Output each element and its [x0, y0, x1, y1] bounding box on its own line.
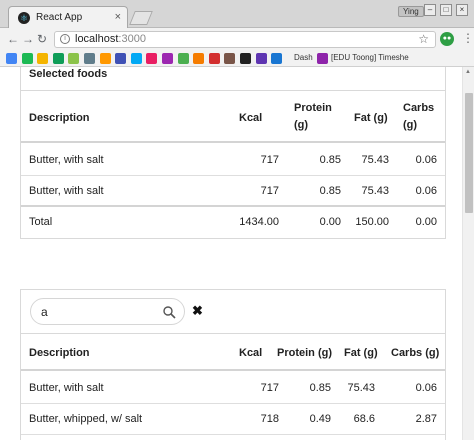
bookmark-favicon-icon[interactable]	[162, 53, 173, 64]
bookmark-favicon-icon[interactable]	[21, 53, 33, 64]
page-viewport: Selected foods Description Kcal Protein …	[0, 67, 462, 440]
clear-search-icon[interactable]: ✖	[192, 303, 203, 319]
selected-foods-card: Selected foods Description Kcal Protein …	[20, 67, 446, 239]
browser-toolbar: ← → ↻ i localhost:3000 ☆ ●● ⋮	[0, 28, 474, 50]
total-fat: 150.00	[355, 216, 389, 228]
url-host: localhost	[75, 33, 119, 45]
header-description: Description	[29, 112, 90, 124]
header-kcal: Kcal	[239, 347, 263, 359]
tab-title: React App	[36, 12, 83, 23]
total-row: Total 1434.00 0.00 150.00 0.00	[21, 208, 445, 238]
header-fat: Fat (g)	[354, 112, 388, 124]
page-scrollbar[interactable]: ▲	[462, 67, 474, 440]
bookmark-favicon-icon[interactable]	[146, 53, 158, 64]
bookmark-favicon-icon[interactable]	[193, 53, 205, 64]
total-carbs: 0.00	[415, 216, 437, 228]
bookmark-favicon-icon[interactable]	[99, 53, 111, 64]
bookmark-favicon-icon[interactable]	[208, 53, 220, 64]
cell-description: Butter, with salt	[29, 154, 104, 166]
cell-kcal: 717	[260, 154, 279, 166]
cell-fat: 75.43	[361, 185, 389, 197]
bookmark-favicon-icon[interactable]	[255, 53, 267, 64]
header-protein: Protein (g)	[277, 347, 332, 359]
bookmark-favicon-icon[interactable]	[6, 53, 17, 64]
reload-icon[interactable]: ↻	[37, 31, 47, 47]
new-tab-button[interactable]	[129, 11, 153, 25]
url-text: localhost:3000	[75, 33, 146, 45]
address-bar[interactable]: i localhost:3000 ☆	[54, 31, 436, 48]
cell-description: Butter, with salt	[29, 382, 104, 394]
search-icon[interactable]	[162, 305, 176, 319]
scroll-up-icon[interactable]: ▲	[465, 69, 471, 75]
cell-protein: 0.85	[319, 185, 341, 197]
search-result-row[interactable]: Butter, with salt 717 0.85 75.43 0.06	[21, 373, 445, 404]
cell-kcal: 717	[260, 382, 279, 394]
close-window-icon[interactable]: ×	[456, 4, 468, 16]
extension-icon[interactable]: ●●	[440, 32, 454, 46]
site-info-icon[interactable]: i	[60, 34, 70, 44]
cell-fat: 75.43	[361, 154, 389, 166]
cell-protein: 0.85	[319, 154, 341, 166]
bookmark-favicon-icon[interactable]	[37, 53, 49, 64]
cell-description: Butter, whipped, w/ salt	[29, 413, 143, 425]
header-description: Description	[29, 347, 90, 359]
cell-carbs: 0.06	[415, 382, 437, 394]
cell-fat: 68.6	[353, 413, 375, 425]
search-box[interactable]	[30, 298, 185, 325]
cell-kcal: 717	[260, 185, 279, 197]
selected-row[interactable]: Butter, with salt 717 0.85 75.43 0.06	[21, 145, 445, 176]
cell-fat: 75.43	[347, 382, 375, 394]
bookmark-favicon-icon[interactable]	[271, 53, 283, 64]
total-label: Total	[29, 216, 53, 228]
search-table-header: Description Kcal Protein (g) Fat (g) Car…	[21, 333, 445, 371]
header-carbs: Carbs	[403, 102, 435, 114]
bookmarks-bar: Dash [EDU Toong] Timeshe	[0, 50, 474, 67]
cell-protein: 0.49	[309, 413, 331, 425]
bookmark-favicon-icon[interactable]	[130, 53, 142, 64]
bookmark-favicon-icon[interactable]	[52, 53, 64, 64]
react-favicon-icon: ⚛	[18, 12, 30, 24]
cell-kcal: 718	[260, 413, 279, 425]
profile-badge[interactable]: Ying	[398, 6, 424, 17]
header-protein: Protein	[294, 102, 332, 114]
cell-carbs: 0.06	[415, 154, 437, 166]
forward-icon[interactable]: →	[22, 31, 34, 47]
header-fat: Fat (g)	[344, 347, 378, 359]
cell-description: Butter, with salt	[29, 185, 104, 197]
browser-menu-icon[interactable]: ⋮	[462, 31, 474, 45]
bookmark-star-icon[interactable]: ☆	[418, 32, 429, 46]
back-icon[interactable]: ←	[7, 31, 19, 47]
url-port: :3000	[118, 33, 146, 45]
header-carbs: Carbs (g)	[391, 347, 440, 359]
scrollbar-thumb[interactable]	[465, 93, 473, 213]
food-search-card: ✖ Description Kcal Protein (g) Fat (g) C…	[20, 289, 446, 440]
edu-bookmark-icon	[317, 53, 328, 64]
window-titlebar: ⚛ React App × Ying – □ ×	[0, 0, 474, 29]
minimize-icon[interactable]: –	[424, 4, 436, 16]
bookmark-favicon-icon[interactable]	[84, 53, 95, 64]
total-protein: 0.00	[319, 216, 341, 228]
selected-table-header: Description Kcal Protein (g) Fat (g) Car…	[21, 90, 445, 143]
maximize-icon[interactable]: □	[440, 4, 452, 16]
header-carbs-unit: (g)	[403, 119, 418, 131]
cell-protein: 0.85	[309, 382, 331, 394]
cell-carbs: 0.06	[415, 185, 437, 197]
bookmark-favicon-icon[interactable]	[240, 53, 251, 64]
bookmark-favicon-icon[interactable]	[115, 53, 127, 64]
search-result-row[interactable]: Butter, whipped, w/ salt 718 0.49 68.6 2…	[21, 404, 445, 435]
total-kcal: 1434.00	[239, 216, 279, 228]
tab-react-app[interactable]: ⚛ React App ×	[8, 6, 128, 29]
selected-foods-title: Selected foods	[29, 68, 108, 80]
bookmark-favicon-icon[interactable]	[68, 53, 80, 64]
cell-carbs: 2.87	[415, 413, 437, 425]
search-input[interactable]	[41, 304, 161, 320]
header-protein-unit: (g)	[294, 119, 309, 131]
bookmark-dash[interactable]: Dash	[294, 53, 313, 62]
tab-close-icon[interactable]: ×	[115, 11, 121, 23]
selected-row[interactable]: Butter, with salt 717 0.85 75.43 0.06	[21, 176, 445, 207]
bookmark-favicon-icon[interactable]	[177, 53, 189, 64]
bookmark-favicon-icon[interactable]	[224, 53, 236, 64]
bookmark-edu-toong[interactable]: [EDU Toong] Timeshe	[331, 53, 409, 62]
header-kcal: Kcal	[239, 112, 263, 124]
